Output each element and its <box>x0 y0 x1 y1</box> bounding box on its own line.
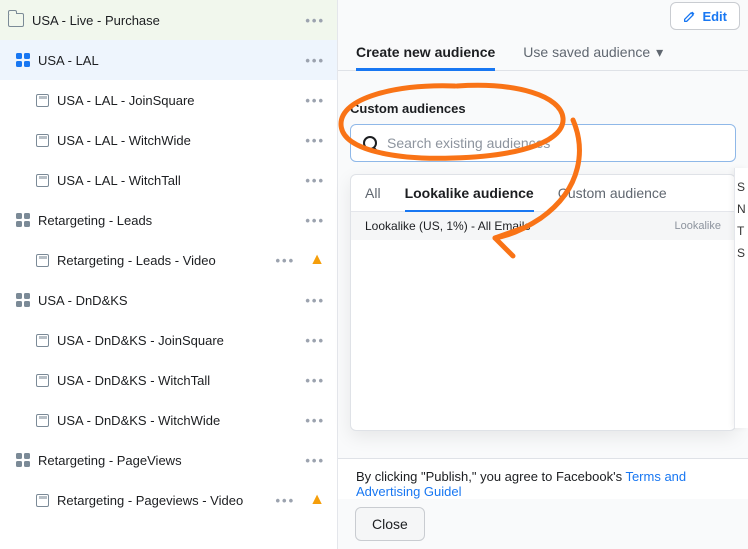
audience-dropdown: All Lookalike audience Custom audience L… <box>350 174 736 431</box>
tab-saved-label: Use saved audience <box>523 44 650 60</box>
adset-row[interactable]: Retargeting - PageViews ••• <box>0 440 337 480</box>
right-side-panel: S N T S <box>734 168 748 428</box>
more-icon[interactable]: ••• <box>305 213 325 228</box>
ad-row[interactable]: USA - DnD&KS - WitchTall ••• <box>0 360 337 400</box>
more-icon[interactable]: ••• <box>276 253 296 268</box>
more-icon[interactable]: ••• <box>305 133 325 148</box>
adset-icon <box>16 213 30 227</box>
adset-name: USA - LAL <box>38 53 99 68</box>
adset-name: Retargeting - Leads <box>38 213 152 228</box>
filter-tab-custom[interactable]: Custom audience <box>558 185 667 211</box>
ad-icon <box>36 374 49 387</box>
ad-name: USA - LAL - WitchTall <box>57 173 181 188</box>
ad-name: Retargeting - Pageviews - Video <box>57 493 243 508</box>
ad-name: Retargeting - Leads - Video <box>57 253 216 268</box>
adset-icon <box>16 53 30 67</box>
filter-tab-all[interactable]: All <box>365 185 381 211</box>
adset-row[interactable]: USA - DnD&KS ••• <box>0 280 337 320</box>
search-input[interactable] <box>387 135 723 151</box>
campaign-row[interactable]: USA - Live - Purchase ••• <box>0 0 337 40</box>
custom-audiences-label: Custom audiences <box>350 101 748 116</box>
more-icon[interactable]: ••• <box>276 493 296 508</box>
ad-row[interactable]: Retargeting - Leads - Video ••• ▲ <box>0 240 337 280</box>
audience-dropdown-body <box>351 240 735 430</box>
panel-letter: N <box>737 198 746 220</box>
audience-search[interactable] <box>350 124 736 162</box>
more-icon[interactable]: ••• <box>305 333 325 348</box>
panel-letter: T <box>737 220 746 242</box>
warning-icon: ▲ <box>309 491 325 509</box>
adset-name: USA - DnD&KS <box>38 293 128 308</box>
more-icon[interactable]: ••• <box>305 53 325 68</box>
tab-saved-audience[interactable]: Use saved audience ▾ <box>523 44 663 71</box>
ad-row[interactable]: Retargeting - Pageviews - Video ••• ▲ <box>0 480 337 520</box>
audience-result-type: Lookalike <box>675 220 721 232</box>
close-button[interactable]: Close <box>355 507 425 541</box>
campaign-name: USA - Live - Purchase <box>32 13 160 28</box>
audience-filter-tabs: All Lookalike audience Custom audience <box>351 175 735 212</box>
disclaimer-text: By clicking "Publish," you agree to Face… <box>356 469 625 484</box>
panel-letter: S <box>737 176 746 198</box>
ad-name: USA - LAL - JoinSquare <box>57 93 195 108</box>
ad-name: USA - DnD&KS - JoinSquare <box>57 333 224 348</box>
ad-icon <box>36 334 49 347</box>
ad-icon <box>36 134 49 147</box>
ad-icon <box>36 174 49 187</box>
ad-row[interactable]: USA - DnD&KS - JoinSquare ••• <box>0 320 337 360</box>
ad-name: USA - DnD&KS - WitchWide <box>57 413 220 428</box>
adset-name: Retargeting - PageViews <box>38 453 182 468</box>
ad-row[interactable]: USA - LAL - WitchWide ••• <box>0 120 337 160</box>
ad-name: USA - LAL - WitchWide <box>57 133 191 148</box>
campaign-tree-sidebar: USA - Live - Purchase ••• USA - LAL ••• … <box>0 0 338 549</box>
more-icon[interactable]: ••• <box>305 173 325 188</box>
audience-result-name: Lookalike (US, 1%) - All Emails <box>365 219 530 233</box>
adset-row[interactable]: Retargeting - Leads ••• <box>0 200 337 240</box>
pencil-icon <box>683 10 696 23</box>
publish-disclaimer: By clicking "Publish," you agree to Face… <box>338 458 748 499</box>
ad-row[interactable]: USA - LAL - WitchTall ••• <box>0 160 337 200</box>
filter-tab-lookalike[interactable]: Lookalike audience <box>405 185 534 211</box>
adset-row-selected[interactable]: USA - LAL ••• <box>0 40 337 80</box>
edit-label: Edit <box>702 9 727 24</box>
more-icon[interactable]: ••• <box>305 373 325 388</box>
ad-row[interactable]: USA - LAL - JoinSquare ••• <box>0 80 337 120</box>
more-icon[interactable]: ••• <box>305 13 325 28</box>
more-icon[interactable]: ••• <box>305 413 325 428</box>
more-icon[interactable]: ••• <box>305 293 325 308</box>
more-icon[interactable]: ••• <box>305 93 325 108</box>
adset-icon <box>16 293 30 307</box>
audience-result-row[interactable]: Lookalike (US, 1%) - All Emails Lookalik… <box>351 212 735 240</box>
ad-icon <box>36 254 49 267</box>
ad-name: USA - DnD&KS - WitchTall <box>57 373 210 388</box>
chevron-down-icon: ▾ <box>656 44 663 60</box>
tab-create-audience[interactable]: Create new audience <box>356 44 495 71</box>
ad-icon <box>36 94 49 107</box>
ad-icon <box>36 494 49 507</box>
ad-row[interactable]: USA - DnD&KS - WitchWide ••• <box>0 400 337 440</box>
adset-icon <box>16 453 30 467</box>
edit-button[interactable]: Edit <box>670 2 740 30</box>
search-icon <box>363 136 377 150</box>
folder-icon <box>8 13 24 27</box>
ad-icon <box>36 414 49 427</box>
warning-icon: ▲ <box>309 251 325 269</box>
more-icon[interactable]: ••• <box>305 453 325 468</box>
panel-letter: S <box>737 242 746 264</box>
main-panel: Edit Create new audience Use saved audie… <box>338 0 748 549</box>
